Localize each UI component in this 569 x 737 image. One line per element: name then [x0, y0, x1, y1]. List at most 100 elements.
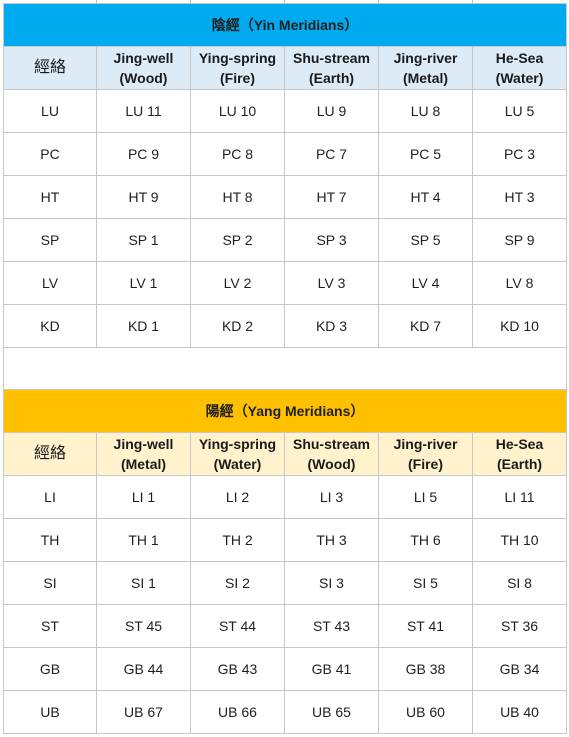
yang-row-li: LI LI 1 LI 2 LI 3 LI 5 LI 11	[3, 475, 568, 519]
meridian-table: 陰經（Yin Meridians） 經絡 Jing-well (Wood) Yi…	[2, 3, 568, 734]
table-cell: ST 36	[471, 604, 568, 648]
table-cell: SI 5	[378, 561, 473, 605]
table-cell: SP 1	[96, 218, 191, 262]
top-strip	[3, 0, 566, 3]
table-cell: PC 5	[378, 132, 473, 176]
table-cell: LU 10	[190, 89, 285, 133]
table-cell: PC 8	[190, 132, 285, 176]
table-cell: LI	[3, 475, 97, 519]
table-cell: ST 45	[96, 604, 191, 648]
table-cell: LV 2	[190, 261, 285, 305]
table-cell: GB 43	[190, 647, 285, 691]
table-cell: LI 1	[96, 475, 191, 519]
table-cell: SP 3	[284, 218, 379, 262]
table-cell: HT 3	[471, 175, 568, 219]
table-cell: SI 3	[284, 561, 379, 605]
table-cell: LV 8	[471, 261, 568, 305]
table-cell: KD 3	[284, 304, 379, 348]
table-cell: LU 8	[378, 89, 473, 133]
yang-header-he-sea: He-Sea (Earth)	[471, 432, 568, 476]
table-cell: TH 10	[471, 518, 568, 562]
table-cell: HT 7	[284, 175, 379, 219]
table-cell: KD 7	[378, 304, 473, 348]
table-cell: PC 9	[96, 132, 191, 176]
table-cell: HT 8	[190, 175, 285, 219]
table-cell: GB 41	[284, 647, 379, 691]
table-cell: LU 11	[96, 89, 191, 133]
table-cell: UB 60	[378, 690, 473, 734]
yang-row-gb: GB GB 44 GB 43 GB 41 GB 38 GB 34	[3, 647, 568, 691]
yang-header-jing-river: Jing-river (Fire)	[378, 432, 473, 476]
table-cell: LU 5	[471, 89, 568, 133]
yin-row-lv: LV LV 1 LV 2 LV 3 LV 4 LV 8	[3, 261, 568, 305]
table-cell: GB	[3, 647, 97, 691]
table-cell: ST 41	[378, 604, 473, 648]
spacer-row	[2, 347, 568, 390]
table-cell: KD 2	[190, 304, 285, 348]
yang-header-jing-well: Jing-well (Metal)	[96, 432, 191, 476]
table-cell: ST	[3, 604, 97, 648]
yin-header-jing-well: Jing-well (Wood)	[96, 46, 191, 90]
table-cell: GB 38	[378, 647, 473, 691]
table-cell: KD 10	[471, 304, 568, 348]
yin-header-row: 經絡 Jing-well (Wood) Ying-spring (Fire) S…	[3, 46, 568, 90]
table-cell: SP 9	[471, 218, 568, 262]
table-cell: GB 44	[96, 647, 191, 691]
table-cell: LV 4	[378, 261, 473, 305]
table-cell: UB	[3, 690, 97, 734]
yang-header-row: 經絡 Jing-well (Metal) Ying-spring (Water)…	[3, 432, 568, 476]
yang-header-meridian: 經絡	[3, 432, 97, 476]
table-cell: HT 4	[378, 175, 473, 219]
table-cell: TH 6	[378, 518, 473, 562]
yin-section-title: 陰經（Yin Meridians）	[2, 3, 568, 47]
table-cell: PC 7	[284, 132, 379, 176]
table-cell: PC 3	[471, 132, 568, 176]
yang-section-title: 陽經（Yang Meridians）	[2, 389, 568, 433]
table-cell: UB 66	[190, 690, 285, 734]
table-cell: LV 1	[96, 261, 191, 305]
yin-row-lu: LU LU 11 LU 10 LU 9 LU 8 LU 5	[3, 89, 568, 133]
table-cell: TH 2	[190, 518, 285, 562]
table-cell: LV	[3, 261, 97, 305]
table-cell: GB 34	[471, 647, 568, 691]
yin-header-he-sea: He-Sea (Water)	[471, 46, 568, 90]
table-cell: LI 11	[471, 475, 568, 519]
table-cell: LI 5	[378, 475, 473, 519]
yang-row-st: ST ST 45 ST 44 ST 43 ST 41 ST 36	[3, 604, 568, 648]
table-cell: LI 2	[190, 475, 285, 519]
table-cell: PC	[3, 132, 97, 176]
table-cell: TH 3	[284, 518, 379, 562]
spacer-cell	[2, 347, 568, 390]
table-cell: TH	[3, 518, 97, 562]
yin-header-shu-stream: Shu-stream (Earth)	[284, 46, 379, 90]
table-cell: HT 9	[96, 175, 191, 219]
yin-row-ht: HT HT 9 HT 8 HT 7 HT 4 HT 3	[3, 175, 568, 219]
yang-row-th: TH TH 1 TH 2 TH 3 TH 6 TH 10	[3, 518, 568, 562]
table-cell: LU 9	[284, 89, 379, 133]
table-cell: SI 8	[471, 561, 568, 605]
table-cell: KD	[3, 304, 97, 348]
yin-header-meridian: 經絡	[3, 46, 97, 90]
yang-header-ying-spring: Ying-spring (Water)	[190, 432, 285, 476]
table-cell: LV 3	[284, 261, 379, 305]
yin-row-sp: SP SP 1 SP 2 SP 3 SP 5 SP 9	[3, 218, 568, 262]
yang-header-shu-stream: Shu-stream (Wood)	[284, 432, 379, 476]
table-cell: LU	[3, 89, 97, 133]
spreadsheet: 陰經（Yin Meridians） 經絡 Jing-well (Wood) Yi…	[2, 0, 568, 734]
table-cell: SI 2	[190, 561, 285, 605]
table-cell: SI	[3, 561, 97, 605]
yin-header-ying-spring: Ying-spring (Fire)	[190, 46, 285, 90]
table-cell: ST 44	[190, 604, 285, 648]
yang-row-ub: UB UB 67 UB 66 UB 65 UB 60 UB 40	[3, 690, 568, 734]
table-cell: KD 1	[96, 304, 191, 348]
yin-header-jing-river: Jing-river (Metal)	[378, 46, 473, 90]
yang-row-si: SI SI 1 SI 2 SI 3 SI 5 SI 8	[3, 561, 568, 605]
yin-row-pc: PC PC 9 PC 8 PC 7 PC 5 PC 3	[3, 132, 568, 176]
table-cell: LI 3	[284, 475, 379, 519]
table-cell: TH 1	[96, 518, 191, 562]
table-cell: ST 43	[284, 604, 379, 648]
yin-row-kd: KD KD 1 KD 2 KD 3 KD 7 KD 10	[3, 304, 568, 348]
table-cell: HT	[3, 175, 97, 219]
table-cell: SP 2	[190, 218, 285, 262]
table-cell: UB 40	[471, 690, 568, 734]
